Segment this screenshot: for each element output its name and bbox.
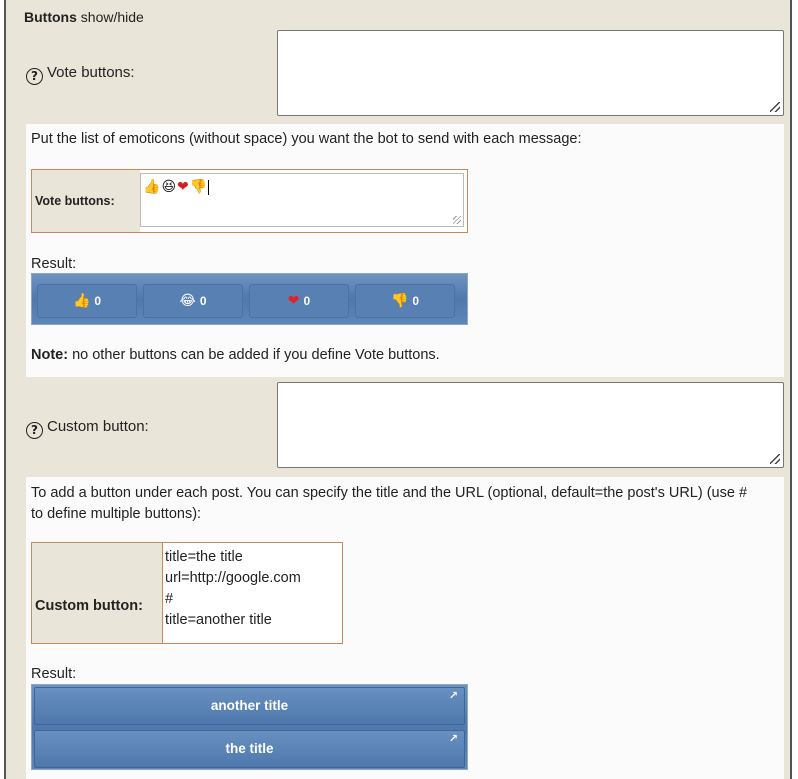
custom-help-line-2: to define multiple buttons): [31, 506, 202, 522]
custom-example-cell: title=the title url=http://google.com # … [162, 543, 342, 643]
resize-grip-icon [453, 216, 461, 224]
note-text: no other buttons can be added if you def… [68, 347, 440, 363]
example-line: url=http://google.com [165, 570, 301, 586]
vote-count: 0 [303, 294, 311, 308]
vote-buttons-textarea[interactable] [277, 30, 784, 116]
vote-example-table: Vote buttons: 👍 😆 ❤ 👎 [31, 169, 468, 233]
vote-example-emojis: 👍 😆 ❤ 👎 [143, 179, 210, 195]
example-line: title=another title [165, 612, 272, 628]
thumbs-down-icon: 👎 [189, 179, 208, 195]
vote-example-input: 👍 😆 ❤ 👎 [140, 173, 464, 227]
custom-help-line-1: To add a button under each post. You can… [31, 485, 748, 501]
question-circle-icon[interactable]: ? [26, 422, 43, 439]
vote-count: 0 [412, 294, 420, 308]
custom-example-header: Custom button: [32, 543, 162, 643]
note-label: Note: [31, 347, 69, 363]
vote-count: 0 [199, 294, 207, 308]
custom-result-button: another title ↗ [34, 687, 465, 725]
vote-result-heart: ❤ 0 [249, 284, 349, 318]
thumbs-up-icon: 👍 [72, 293, 91, 309]
custom-button-textarea[interactable] [277, 382, 784, 468]
example-line: title=the title [165, 549, 243, 565]
custom-button-label-row: ? Custom button: [26, 418, 149, 439]
thumbs-up-icon: 👍 [143, 179, 161, 195]
vote-result-label: Result: [31, 256, 77, 272]
section-title: Buttons [24, 9, 77, 25]
vote-result-preview: 👍 0 😂 0 ❤ 0 👎 0 [31, 273, 468, 325]
custom-example-label: Custom button: [35, 598, 143, 614]
custom-button-label: Custom button: [47, 418, 149, 435]
custom-result-label: Result: [31, 666, 77, 682]
settings-frame: Buttons show/hide ? Vote buttons: Put the… [4, 0, 792, 779]
vote-buttons-help-panel: Put the list of emoticons (without space… [26, 124, 784, 377]
section-header: Buttons show/hide [24, 9, 144, 25]
custom-button-help-panel: To add a button under each post. You can… [26, 477, 784, 779]
vote-result-laugh: 😂 0 [143, 284, 243, 318]
external-link-icon: ↗ [448, 733, 458, 745]
resize-grip-icon[interactable] [770, 454, 780, 464]
laughing-face-icon: 😆 [161, 179, 177, 195]
laughing-face-icon: 😂 [179, 293, 196, 309]
resize-grip-icon[interactable] [770, 102, 780, 112]
custom-result-preview: another title ↗ the title ↗ [31, 684, 468, 770]
custom-button-title: another title [210, 698, 289, 713]
vote-buttons-label: Vote buttons: [47, 64, 135, 81]
text-cursor [208, 180, 210, 195]
custom-example-table: Custom button: title=the title url=http:… [31, 542, 343, 644]
vote-buttons-label-row: ? Vote buttons: [26, 64, 135, 85]
vote-example-header: Vote buttons: [32, 170, 140, 232]
heart-icon: ❤ [287, 293, 300, 309]
vote-result-thumbs-down: 👎 0 [355, 284, 455, 318]
custom-help-description: To add a button under each post. You can… [31, 483, 747, 525]
vote-result-thumbs-up: 👍 0 [37, 284, 137, 318]
heart-icon: ❤ [177, 179, 189, 195]
vote-note: Note: no other buttons can be added if y… [31, 345, 440, 366]
external-link-icon: ↗ [448, 690, 458, 702]
show-hide-toggle[interactable]: show/hide [77, 9, 144, 25]
custom-result-button: the title ↗ [34, 730, 465, 768]
thumbs-down-icon: 👎 [390, 293, 409, 309]
vote-count: 0 [94, 294, 102, 308]
vote-example-label: Vote buttons: [35, 194, 115, 208]
vote-help-description: Put the list of emoticons (without space… [31, 131, 582, 147]
custom-button-title: the title [225, 741, 274, 756]
question-circle-icon[interactable]: ? [26, 68, 43, 85]
example-line: # [165, 591, 174, 607]
